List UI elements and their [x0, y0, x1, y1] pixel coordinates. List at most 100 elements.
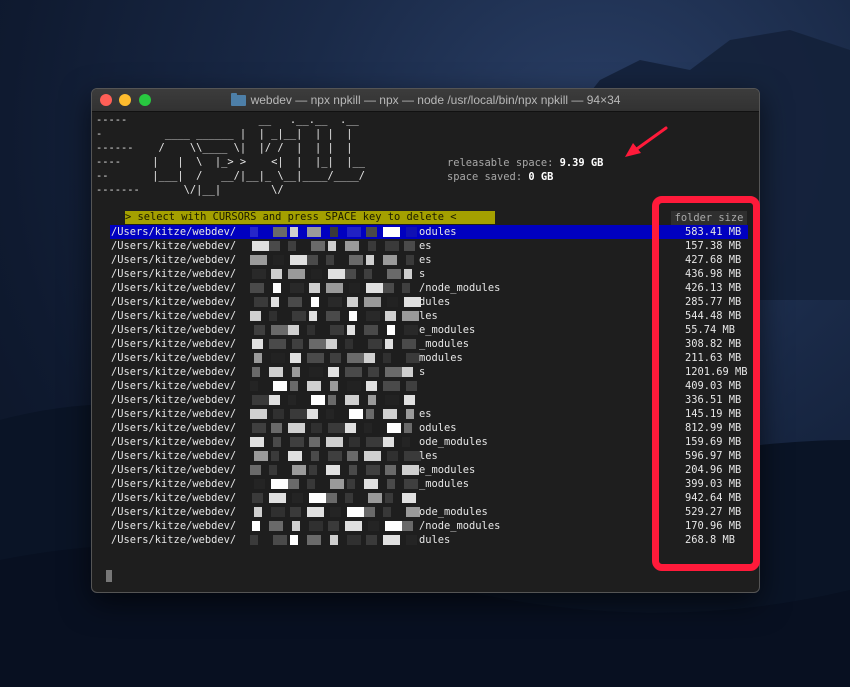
redaction-pixel: [402, 283, 410, 293]
redaction-pixel: [387, 479, 395, 489]
saved-label: space saved:: [447, 171, 523, 183]
redaction-pixel: [292, 521, 300, 531]
ascii-banner-line: -- |___| / __/|__|_ \__|____/____/: [96, 170, 365, 182]
redaction-pixel: [330, 325, 344, 335]
redaction-pixel: [309, 437, 320, 447]
folder-path-tail: es: [419, 254, 432, 266]
folder-path-tail: /node_modules: [419, 520, 501, 532]
redaction-pixel: [383, 507, 391, 517]
redaction-pixel: [290, 353, 301, 363]
folder-path: /Users/kitze/webdev/: [111, 464, 237, 476]
redaction-pixel: [292, 339, 303, 349]
ascii-banner-line: ------- \/|__| \/: [96, 184, 284, 196]
redacted-path-segment: [250, 309, 419, 323]
redaction-pixel: [307, 353, 324, 363]
redaction-pixel: [364, 451, 381, 461]
redaction-pixel: [383, 353, 391, 363]
redaction-pixel: [406, 227, 417, 237]
redacted-path-segment: [250, 477, 418, 491]
redacted-path-segment: [250, 463, 419, 477]
redaction-pixel: [383, 381, 400, 391]
redaction-pixel: [364, 297, 381, 307]
redaction-pixel: [269, 465, 277, 475]
redaction-pixel: [364, 353, 375, 363]
redaction-pixel: [347, 227, 361, 237]
redaction-pixel: [309, 311, 317, 321]
redaction-pixel: [250, 409, 267, 419]
title-bar[interactable]: webdev — npx npkill — npx — node /usr/lo…: [92, 89, 759, 112]
redaction-pixel: [330, 353, 341, 363]
folder-path: /Users/kitze/webdev/: [111, 366, 237, 378]
redaction-pixel: [328, 297, 342, 307]
window-title: webdev — npx npkill — npx — node /usr/lo…: [250, 93, 621, 107]
redaction-pixel: [385, 241, 399, 251]
redaction-pixel: [273, 283, 281, 293]
redaction-pixel: [309, 465, 317, 475]
redaction-pixel: [345, 521, 362, 531]
redaction-pixel: [368, 493, 382, 503]
redacted-path-segment: [250, 351, 420, 365]
redaction-pixel: [345, 395, 359, 405]
redaction-pixel: [349, 465, 357, 475]
folder-path-tail: s: [419, 268, 426, 280]
redaction-pixel: [402, 465, 419, 475]
redaction-pixel: [269, 311, 277, 321]
redaction-pixel: [406, 507, 420, 517]
redaction-pixel: [288, 479, 299, 489]
redaction-pixel: [311, 395, 325, 405]
redaction-pixel: [326, 437, 343, 447]
redaction-pixel: [328, 451, 342, 461]
redaction-pixel: [311, 451, 319, 461]
redaction-pixel: [273, 381, 287, 391]
terminal-cursor: [106, 570, 112, 582]
redaction-pixel: [364, 269, 372, 279]
redaction-pixel: [364, 479, 378, 489]
redaction-pixel: [383, 227, 400, 237]
redaction-pixel: [290, 283, 304, 293]
redaction-pixel: [271, 479, 288, 489]
redaction-pixel: [364, 325, 378, 335]
redaction-pixel: [385, 339, 393, 349]
redaction-pixel: [402, 311, 419, 321]
redaction-pixel: [402, 521, 413, 531]
redaction-pixel: [406, 535, 417, 545]
folder-path-tail: odules: [419, 422, 457, 434]
ascii-banner-line: ------ / \\____ \| |/ / | | | |: [96, 142, 353, 154]
redaction-pixel: [250, 255, 267, 265]
redaction-pixel: [290, 255, 307, 265]
redaction-pixel: [309, 493, 326, 503]
redaction-pixel: [288, 451, 302, 461]
redaction-pixel: [326, 409, 334, 419]
redaction-pixel: [254, 325, 265, 335]
redaction-pixel: [349, 283, 360, 293]
redacted-path-segment: [250, 407, 418, 421]
folder-path-tail: odules: [419, 226, 457, 238]
space-saved: space saved: 0 GB: [447, 170, 553, 184]
releasable-value: 9.39 GB: [559, 157, 604, 169]
folder-path: /Users/kitze/webdev/: [111, 492, 237, 504]
redaction-pixel: [252, 493, 263, 503]
redaction-pixel: [345, 241, 359, 251]
folder-size-highlight-box: [652, 196, 760, 571]
redaction-pixel: [387, 423, 401, 433]
redaction-pixel: [366, 465, 380, 475]
redaction-pixel: [347, 451, 358, 461]
redaction-pixel: [368, 521, 379, 531]
folder-path-tail: _modules: [419, 338, 470, 350]
redaction-pixel: [269, 339, 286, 349]
folder-path-tail: s: [419, 366, 426, 378]
redaction-pixel: [347, 381, 361, 391]
saved-value: 0 GB: [528, 171, 554, 183]
redaction-pixel: [328, 269, 345, 279]
folder-path-tail: ode_modules: [419, 436, 488, 448]
redaction-pixel: [404, 395, 415, 405]
redaction-pixel: [345, 423, 356, 433]
folder-path: /Users/kitze/webdev/: [111, 394, 237, 406]
folder-path: /Users/kitze/webdev/: [111, 422, 237, 434]
redaction-pixel: [326, 339, 337, 349]
redacted-path-segment: [250, 225, 418, 239]
redaction-pixel: [347, 507, 364, 517]
folder-path-tail: es: [419, 240, 432, 252]
redaction-pixel: [349, 255, 363, 265]
redaction-pixel: [328, 423, 345, 433]
